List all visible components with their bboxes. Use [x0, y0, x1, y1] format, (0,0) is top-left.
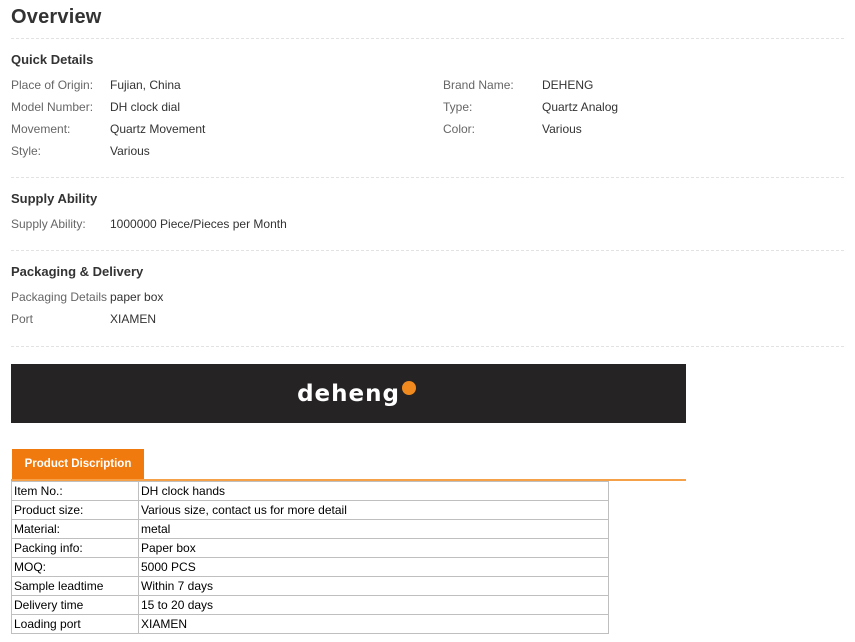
detail-type: Type: Quartz Analog — [443, 100, 618, 114]
spec-value: 5000 PCS — [138, 557, 609, 577]
spec-label: Loading port — [11, 614, 139, 634]
spec-label: Packing info: — [11, 538, 139, 558]
divider — [11, 38, 844, 39]
brand-banner: deheng — [11, 364, 686, 423]
detail-label: Brand Name: — [443, 78, 514, 92]
quick-details-heading: Quick Details — [11, 52, 94, 67]
detail-value: Quartz Analog — [542, 100, 619, 114]
tab-product-description[interactable]: Product Discription — [12, 449, 144, 479]
detail-label: Model Number: — [11, 100, 94, 114]
tab-bar: Product Discription — [11, 449, 686, 481]
divider — [11, 250, 844, 251]
brand-logo-text: deheng — [297, 380, 400, 407]
spec-value: 15 to 20 days — [138, 595, 609, 615]
detail-label: Place of Origin: — [11, 78, 94, 92]
detail-value: Various — [110, 144, 150, 158]
detail-label: Port — [11, 312, 34, 326]
spec-label: MOQ: — [11, 557, 139, 577]
detail-value: XIAMEN — [110, 312, 157, 326]
detail-label: Movement: — [11, 122, 71, 136]
spec-value: Paper box — [138, 538, 609, 558]
spec-value: metal — [138, 519, 609, 539]
detail-label: Color: — [443, 122, 476, 136]
detail-style: Style: Various — [11, 144, 150, 158]
detail-value: 1000000 Piece/Pieces per Month — [110, 217, 287, 231]
spec-label: Sample leadtime — [11, 576, 139, 596]
divider — [11, 346, 844, 347]
table-row: Material: metal — [11, 519, 609, 539]
detail-value: DH clock dial — [110, 100, 181, 114]
detail-port: Port XIAMEN — [11, 312, 156, 326]
detail-color: Color: Various — [443, 122, 582, 136]
spec-value: XIAMEN — [138, 614, 609, 634]
table-row: Product size: Various size, contact us fo… — [11, 500, 609, 520]
detail-model-number: Model Number: DH clock dial — [11, 100, 180, 114]
detail-value: Various — [542, 122, 582, 136]
spec-label: Material: — [11, 519, 139, 539]
detail-label: Style: — [11, 144, 42, 158]
detail-value: DEHENG — [542, 78, 594, 92]
supply-ability-heading: Supply Ability — [11, 191, 98, 206]
table-row: Packing info: Paper box — [11, 538, 609, 558]
spec-value: Within 7 days — [138, 576, 609, 596]
spec-label: Product size: — [11, 500, 139, 520]
table-row: Loading port XIAMEN — [11, 614, 609, 634]
detail-place-of-origin: Place of Origin: Fujian, China — [11, 78, 181, 92]
spec-label: Delivery time — [11, 595, 139, 615]
page-title: Overview — [11, 6, 102, 28]
detail-packaging-details: Packaging Details paper box — [11, 290, 163, 304]
product-spec-table: Item No.: DH clock hands Product size: Var… — [11, 481, 609, 634]
detail-brand-name: Brand Name: DEHENG — [443, 78, 593, 92]
detail-supply-ability: Supply Ability: 1000000 Piece/Pieces per … — [11, 217, 287, 231]
detail-value: Fujian, China — [110, 78, 181, 92]
logo-drop-icon — [401, 380, 416, 395]
detail-movement: Movement: Quartz Movement — [11, 122, 205, 136]
table-row: Item No.: DH clock hands — [11, 481, 609, 501]
detail-value: paper box — [110, 290, 164, 304]
detail-value: Quartz Movement — [110, 122, 206, 136]
table-row: MOQ: 5000 PCS — [11, 557, 609, 577]
spec-label: Item No.: — [11, 481, 139, 501]
detail-label: Packaging Details — [11, 290, 108, 304]
detail-label: Supply Ability: — [11, 217, 86, 231]
packaging-delivery-heading: Packaging & Delivery — [11, 264, 144, 279]
table-row: Delivery time 15 to 20 days — [11, 595, 609, 615]
divider — [11, 177, 844, 178]
brand-logo: deheng — [297, 380, 416, 407]
table-row: Sample leadtime Within 7 days — [11, 576, 609, 596]
spec-value: DH clock hands — [138, 481, 609, 501]
spec-value: Various size, contact us for more detail — [138, 500, 609, 520]
detail-label: Type: — [443, 100, 473, 114]
